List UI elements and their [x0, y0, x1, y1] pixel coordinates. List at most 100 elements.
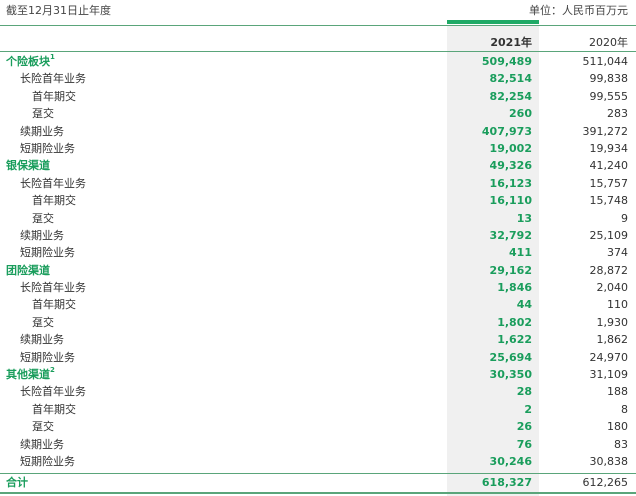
table-row: 首年期交 44 110: [0, 296, 636, 313]
row-label-text: 短期险业务: [20, 246, 75, 260]
row-label-text: 趸交: [32, 315, 54, 329]
value-2020: 15,757: [589, 176, 629, 190]
table-row: 短期险业务 19,002 19,934: [0, 140, 636, 157]
value-2021: 28: [516, 385, 532, 399]
header-2021: 2021年: [490, 36, 532, 49]
value-2021: 1,802: [497, 315, 532, 329]
row-label-text: 趸交: [32, 420, 54, 434]
row-label-text: 短期险业务: [20, 350, 75, 364]
table-row: 首年期交 2 8: [0, 401, 636, 418]
value-2020: 28,872: [589, 263, 629, 277]
table-row: 长险首年业务 82,514 99,838: [0, 70, 636, 87]
value-2021: 26: [516, 420, 532, 434]
row-label: 短期险业务: [20, 244, 75, 261]
row-label-text: 长险首年业务: [20, 72, 86, 86]
row-label-text: 短期险业务: [20, 141, 75, 155]
row-label: 首年期交: [32, 401, 76, 418]
row-label: 长险首年业务: [20, 383, 86, 400]
value-2021: 13: [516, 211, 532, 225]
row-label: 银保渠道: [6, 157, 50, 174]
row-label-text: 其他渠道: [6, 368, 50, 382]
value-2020: 30,838: [589, 454, 629, 468]
total-label: 合计: [6, 476, 28, 489]
row-label: 其他渠道2: [6, 366, 55, 383]
table-row: 银保渠道 49,326 41,240: [0, 157, 636, 174]
table-header: 2021年 2020年: [0, 26, 636, 52]
value-2021: 19,002: [489, 141, 532, 155]
row-label: 短期险业务: [20, 453, 75, 470]
row-label-text: 趸交: [32, 211, 54, 225]
table-row: 趸交 13 9: [0, 210, 636, 227]
value-2020: 15,748: [589, 194, 629, 208]
value-2021: 509,489: [481, 55, 532, 68]
value-2020: 83: [614, 437, 628, 451]
row-label-text: 续期业务: [20, 228, 64, 242]
value-2021: 30,350: [489, 368, 532, 382]
header-2020: 2020年: [589, 36, 628, 49]
value-2021: 49,326: [489, 159, 532, 173]
total-2020: 612,265: [582, 476, 629, 489]
value-2020: 24,970: [589, 350, 629, 364]
value-2020: 283: [607, 107, 628, 121]
bottom-rule: [0, 492, 636, 494]
row-label: 团险渠道: [6, 262, 50, 279]
value-2021: 260: [509, 107, 532, 121]
value-2020: 19,934: [589, 141, 629, 155]
row-label-text: 首年期交: [32, 298, 76, 312]
unit-caption: 单位：人民币百万元: [529, 4, 628, 17]
value-2020: 25,109: [589, 228, 629, 242]
row-label: 趸交: [32, 105, 54, 122]
value-2021: 44: [516, 298, 532, 312]
table-row: 短期险业务 411 374: [0, 244, 636, 261]
row-label: 首年期交: [32, 88, 76, 105]
row-label: 短期险业务: [20, 140, 75, 157]
table-row: 其他渠道2 30,350 31,109: [0, 366, 636, 383]
value-2021: 1,846: [497, 281, 532, 295]
row-label: 首年期交: [32, 192, 76, 209]
value-2020: 1,862: [596, 333, 629, 347]
table-row: 首年期交 16,110 15,748: [0, 192, 636, 209]
row-label-text: 短期险业务: [20, 454, 75, 468]
value-2021: 411: [509, 246, 532, 260]
row-label: 续期业务: [20, 331, 64, 348]
value-2020: 31,109: [589, 368, 629, 382]
row-label: 个险板块1: [6, 53, 55, 70]
table-row: 长险首年业务 28 188: [0, 383, 636, 400]
footnote-marker: 1: [50, 53, 55, 61]
value-2020: 374: [607, 246, 628, 260]
value-2020: 180: [607, 420, 628, 434]
row-label-text: 长险首年业务: [20, 176, 86, 190]
value-2021: 82,514: [489, 72, 532, 86]
row-label: 趸交: [32, 418, 54, 435]
value-2021: 25,694: [489, 350, 532, 364]
row-label: 趸交: [32, 210, 54, 227]
value-2021: 76: [516, 437, 532, 451]
row-label: 短期险业务: [20, 349, 75, 366]
row-label-text: 趸交: [32, 107, 54, 121]
row-label-text: 长险首年业务: [20, 281, 86, 295]
row-label: 长险首年业务: [20, 175, 86, 192]
table-row: 个险板块1 509,489 511,044: [0, 53, 636, 70]
value-2020: 391,272: [582, 124, 629, 138]
row-label-text: 续期业务: [20, 437, 64, 451]
value-2021: 2: [524, 402, 532, 416]
table-row: 长险首年业务 1,846 2,040: [0, 279, 636, 296]
highlight-column-marker: [447, 20, 539, 24]
row-label-text: 续期业务: [20, 333, 64, 347]
row-label-text: 首年期交: [32, 194, 76, 208]
header-rule: [0, 51, 636, 52]
value-2021: 82,254: [489, 89, 532, 103]
row-label-text: 续期业务: [20, 124, 64, 138]
value-2020: 2,040: [596, 281, 629, 295]
table-body: 个险板块1 509,489 511,044 长险首年业务 82,514 99,838 首年期…: [0, 53, 636, 470]
table-row: 续期业务 76 83: [0, 436, 636, 453]
table-row: 短期险业务 25,694 24,970: [0, 349, 636, 366]
row-label-text: 首年期交: [32, 89, 76, 103]
value-2021: 30,246: [489, 454, 532, 468]
value-2021: 32,792: [489, 228, 532, 242]
total-row: 合计 618,327 612,265: [0, 474, 636, 492]
table-row: 团险渠道 29,162 28,872: [0, 262, 636, 279]
value-2020: 511,044: [582, 55, 629, 68]
value-2020: 8: [621, 402, 628, 416]
value-2020: 110: [607, 298, 628, 312]
